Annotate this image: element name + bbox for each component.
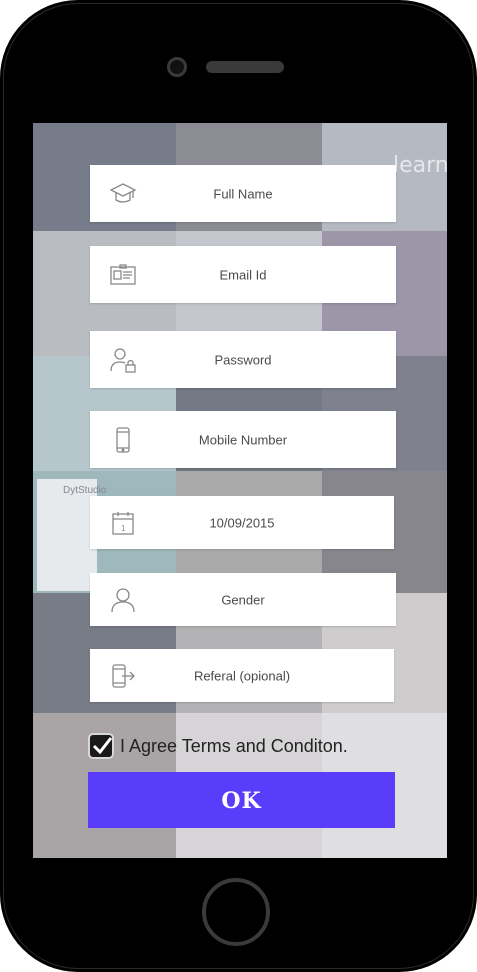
calendar-icon: 1: [108, 508, 138, 538]
phone-frame: learn. DytStudio Full Name Email Id Pass…: [0, 0, 477, 972]
id-card-icon: [108, 260, 138, 290]
email-label: Email Id: [219, 267, 267, 282]
user-lock-icon: [108, 345, 138, 375]
user-icon: [108, 585, 138, 615]
mobile-number-field[interactable]: Mobile Number: [90, 411, 396, 468]
referral-label: Referal (opional): [193, 668, 291, 683]
date-label: 10/09/2015: [209, 515, 275, 530]
earpiece-speaker: [206, 61, 284, 73]
date-field[interactable]: 1 10/09/2015: [90, 496, 394, 549]
full-name-label: Full Name: [213, 186, 273, 201]
terms-agree-label: I Agree Terms and Conditon.: [120, 735, 348, 756]
ok-button[interactable]: OK: [88, 772, 395, 828]
terms-checkbox[interactable]: [88, 733, 114, 759]
home-button[interactable]: [202, 878, 270, 946]
phone-share-icon: [108, 661, 138, 691]
svg-text:1: 1: [121, 524, 126, 533]
mobile-phone-icon: [108, 425, 138, 455]
full-name-field[interactable]: Full Name: [90, 165, 396, 222]
password-label: Password: [214, 352, 272, 367]
front-camera: [167, 57, 187, 77]
email-field[interactable]: Email Id: [90, 246, 396, 303]
gender-field[interactable]: Gender: [90, 573, 396, 626]
mobile-number-label: Mobile Number: [198, 432, 288, 447]
terms-agree-row[interactable]: I Agree Terms and Conditon.: [88, 731, 348, 761]
gender-label: Gender: [221, 592, 265, 607]
referral-field[interactable]: Referal (opional): [90, 649, 394, 702]
password-field[interactable]: Password: [90, 331, 396, 388]
graduation-cap-icon: [108, 179, 138, 209]
